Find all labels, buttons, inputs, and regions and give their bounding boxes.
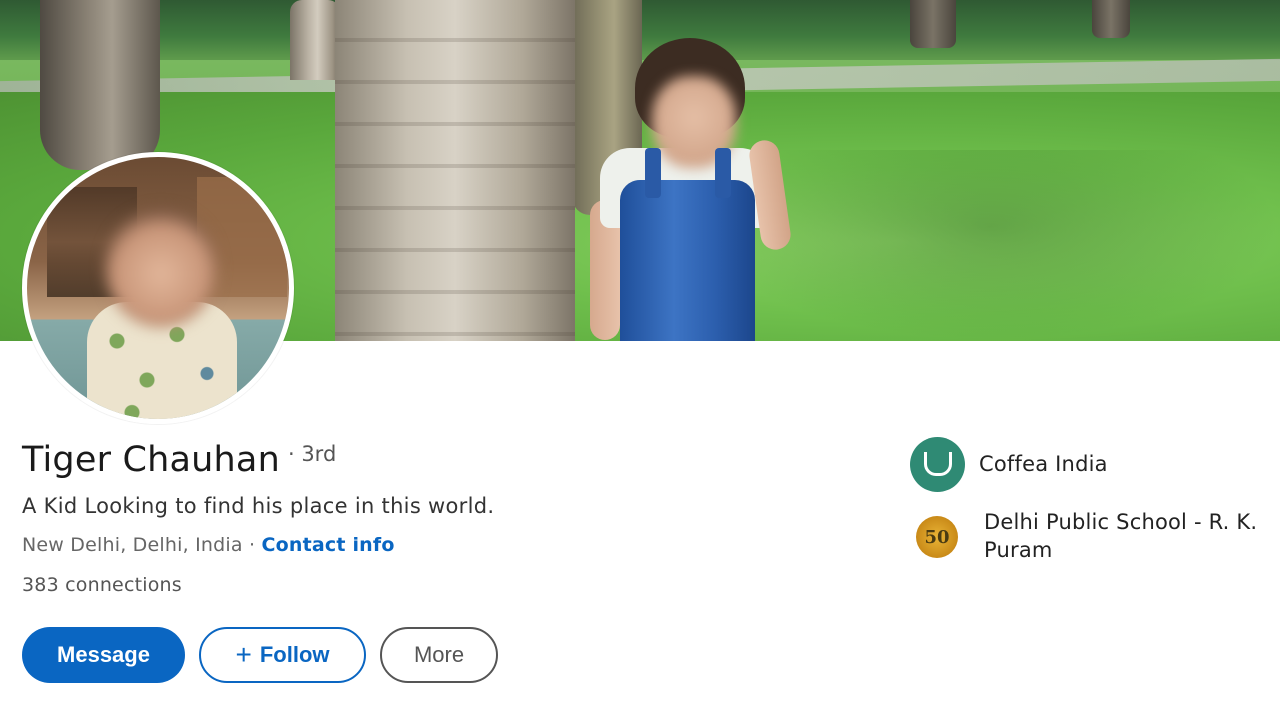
follow-button[interactable]: + Follow	[199, 627, 366, 683]
tree-trunk-large	[335, 0, 575, 341]
dps-logo-icon: 50	[916, 516, 958, 558]
contact-info-link[interactable]: Contact info	[261, 534, 394, 556]
name-row: Tiger Chauhan · 3rd	[22, 440, 494, 490]
profile-identity: Tiger Chauhan · 3rd A Kid Looking to fin…	[22, 440, 494, 596]
org-dps-rk-puram[interactable]: 50 Delhi Public School - R. K. Puram	[910, 510, 1270, 564]
coffea-logo-icon	[910, 437, 965, 492]
connection-degree: · 3rd	[287, 442, 337, 466]
profile-headline: A Kid Looking to find his place in this …	[22, 494, 495, 518]
org-name: Coffea India	[979, 452, 1108, 476]
profile-location: New Delhi, Delhi, India	[22, 534, 243, 556]
cup-icon	[923, 451, 952, 476]
tree-trunk	[290, 0, 340, 80]
child-overalls	[620, 180, 755, 341]
profile-avatar[interactable]	[22, 152, 294, 424]
overall-strap	[715, 148, 731, 198]
location-row: New Delhi, Delhi, India · Contact info	[22, 534, 494, 556]
cover-child-figure	[590, 30, 793, 341]
profile-organizations: Coffea India 50 Delhi Public School - R.…	[910, 437, 1270, 582]
plus-icon: +	[235, 639, 252, 670]
tree-trunk	[910, 0, 956, 48]
avatar-face-blurred	[105, 209, 217, 327]
separator-dot: ·	[248, 534, 256, 556]
connections-count[interactable]: 383 connections	[22, 574, 494, 596]
follow-label: Follow	[259, 642, 330, 667]
org-name: Delhi Public School - R. K. Puram	[984, 510, 1258, 562]
message-button[interactable]: Message	[22, 627, 185, 683]
org-coffea-india[interactable]: Coffea India	[910, 437, 1270, 492]
tree-trunk	[40, 0, 160, 170]
overall-strap	[645, 148, 661, 198]
tree-trunk	[1092, 0, 1130, 38]
more-button[interactable]: More	[380, 627, 498, 683]
profile-name: Tiger Chauhan	[22, 440, 280, 480]
profile-actions: Message + Follow More	[22, 627, 498, 683]
